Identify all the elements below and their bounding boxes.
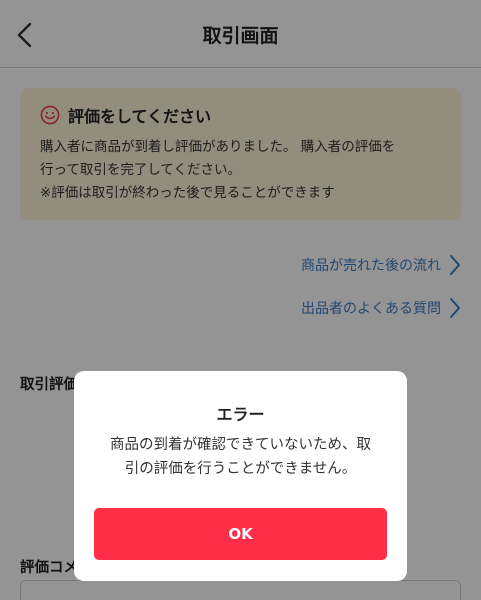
ok-button[interactable]: OK bbox=[94, 508, 387, 560]
error-dialog: エラー 商品の到着が確認できていないため、取 引の評価を行うことができません。 … bbox=[74, 371, 407, 581]
dialog-message-line: 引の評価を行うことができません。 bbox=[124, 461, 357, 477]
dialog-title: エラー bbox=[216, 405, 265, 424]
dialog-message: 商品の到着が確認できていないため、取 引の評価を行うことができません。 bbox=[74, 433, 407, 481]
dialog-message-line: 商品の到着が確認できていないため、取 bbox=[110, 437, 371, 453]
